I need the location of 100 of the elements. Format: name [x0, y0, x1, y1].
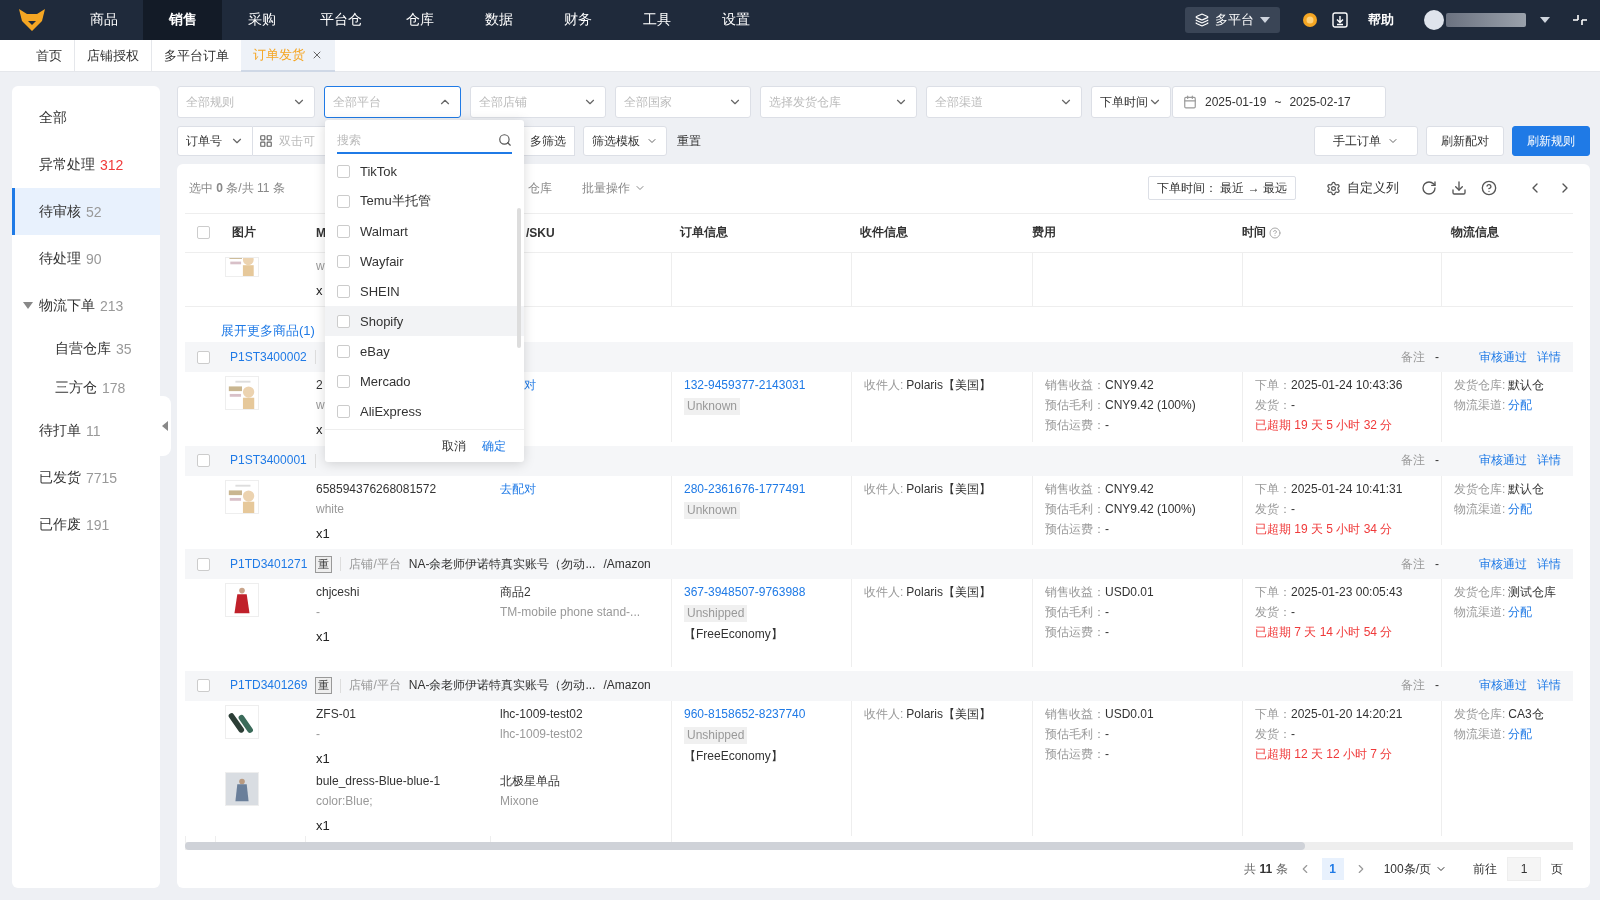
nav-item[interactable]: 工具 [617, 0, 696, 40]
sort-chip[interactable]: 下单时间： 最近 → 最远 [1148, 176, 1296, 201]
checkbox[interactable] [337, 314, 350, 328]
reset-button[interactable]: 重置 [677, 132, 701, 150]
custom-columns-button[interactable]: 自定义列 [1326, 179, 1399, 198]
order-number-link[interactable]: 280-2361676-1777491 [684, 481, 806, 497]
platform-option[interactable]: eBay [325, 336, 524, 366]
checkbox[interactable] [197, 557, 210, 571]
sidebar-item[interactable]: 已作废 191 [12, 501, 160, 548]
platform-menu[interactable]: 多平台 [1185, 7, 1280, 33]
goto-page-field[interactable]: 1 [1507, 857, 1541, 882]
checkbox[interactable] [197, 454, 210, 468]
search-icon [498, 133, 512, 147]
refresh-icon[interactable] [1421, 180, 1437, 197]
platform-option[interactable]: SHEIN [325, 276, 524, 306]
order-number-link[interactable]: 960-8158652-8237740 [684, 706, 806, 722]
match-link[interactable]: 对 [524, 378, 536, 394]
nav-item[interactable]: 设置 [696, 0, 775, 40]
order-number-link[interactable]: 367-3948507-9763988 [684, 585, 806, 601]
checkbox[interactable] [337, 194, 350, 208]
page-number[interactable]: 1 [1321, 858, 1344, 881]
page-tab[interactable]: 首页 [24, 39, 74, 72]
page-size-select[interactable]: 100条/页 [1377, 857, 1453, 882]
action-link[interactable]: 详情 [1537, 349, 1561, 365]
order-id-link[interactable]: P1TD3401271 [230, 556, 308, 572]
sidebar-subitem[interactable]: 自营仓库 35 [12, 329, 160, 368]
expand-triangle-icon[interactable] [23, 302, 33, 310]
batch-actions-menu[interactable]: 批量操作 [581, 179, 646, 197]
platform-option[interactable]: Shopify [325, 306, 524, 336]
notification-icon[interactable] [1302, 12, 1318, 28]
scrollbar[interactable] [517, 208, 521, 348]
nav-item[interactable]: 财务 [538, 0, 617, 40]
search-type-select[interactable]: 订单号 [177, 126, 253, 156]
order-id-link[interactable]: P1ST3400001 [230, 453, 307, 469]
checkbox[interactable] [197, 226, 210, 240]
sidebar-item[interactable]: 待打单 11 [12, 407, 160, 454]
assign-link[interactable]: 分配 [1508, 398, 1533, 414]
assign-link[interactable]: 分配 [1508, 501, 1533, 517]
page-tab[interactable]: 店铺授权 [74, 39, 151, 72]
checkbox[interactable] [197, 350, 210, 364]
checkbox[interactable] [337, 164, 350, 178]
help-link[interactable]: 帮助 [1368, 11, 1394, 29]
date-range-field[interactable]: 2025-01-19 ~ 2025-02-17 [1172, 86, 1386, 118]
assign-link[interactable]: 分配 [1508, 726, 1533, 742]
sidebar-item[interactable]: 全部 [12, 94, 160, 141]
action-link[interactable]: 详情 [1537, 453, 1561, 469]
time-field-select[interactable]: 下单时间 [1091, 86, 1171, 118]
action-link[interactable]: 审核通过 [1479, 453, 1527, 469]
checkbox[interactable] [337, 344, 350, 358]
action-link[interactable]: 详情 [1537, 556, 1561, 572]
refresh-rules-button[interactable]: 刷新规则 [1512, 126, 1590, 156]
nav-item[interactable]: 仓库 [380, 0, 459, 40]
filter-template-select[interactable]: 筛选模板 [583, 126, 667, 156]
manual-order-button[interactable]: 手工订单 [1314, 126, 1418, 156]
platform-option[interactable]: Mercado [325, 366, 524, 396]
download-icon[interactable] [1451, 180, 1467, 197]
platform-option[interactable]: Wayfair [325, 246, 524, 276]
checkbox[interactable] [337, 224, 350, 238]
nav-item[interactable]: 采购 [222, 0, 301, 40]
download-icon[interactable] [1332, 12, 1348, 28]
refresh-match-button[interactable]: 刷新配对 [1426, 126, 1504, 156]
expand-more-link[interactable]: 展开更多商品(1) [221, 323, 315, 339]
sidebar-item[interactable]: 待审核 52 [12, 188, 160, 235]
platform-option[interactable]: AliExpress [325, 396, 524, 426]
confirm-button[interactable]: 确定 [482, 437, 506, 455]
sidebar-item[interactable]: 已发货 7715 [12, 454, 160, 501]
checkbox[interactable] [337, 404, 350, 418]
checkbox[interactable] [337, 374, 350, 388]
match-link[interactable]: 去配对 [500, 481, 536, 497]
platform-option[interactable]: TikTok [325, 156, 524, 186]
sidebar-item[interactable]: 待处理 90 [12, 235, 160, 282]
checkbox[interactable] [337, 254, 350, 268]
sidebar-subitem[interactable]: 三方仓 178 [12, 368, 160, 407]
avatar[interactable] [1424, 10, 1444, 30]
action-link[interactable]: 审核通过 [1479, 678, 1527, 694]
checkbox[interactable] [337, 284, 350, 298]
cancel-button[interactable]: 取消 [442, 437, 466, 455]
action-link[interactable]: 详情 [1537, 678, 1561, 694]
sku-title: lhc-1009-test02 [500, 706, 583, 722]
platform-option[interactable]: Temu半托管 [325, 186, 524, 216]
help-icon[interactable] [1481, 180, 1497, 197]
collapse-icon[interactable] [1572, 12, 1588, 28]
order-number-link[interactable]: 132-9459377-2143031 [684, 378, 806, 394]
order-id-link[interactable]: P1TD3401269 [230, 678, 308, 694]
collapse-handle[interactable] [159, 396, 171, 456]
platform-option[interactable]: Walmart [325, 216, 524, 246]
action-link[interactable]: 审核通过 [1479, 349, 1527, 365]
sidebar-item[interactable]: 异常处理 312 [12, 141, 160, 188]
nav-item[interactable]: 商品 [64, 0, 143, 40]
checkbox[interactable] [197, 679, 210, 693]
horizontal-scrollbar[interactable] [185, 842, 1305, 851]
nav-item[interactable]: 销售 [143, 0, 222, 40]
order-id-link[interactable]: P1ST3400002 [230, 349, 307, 365]
nav-item[interactable]: 平台仓 [301, 0, 380, 40]
assign-link[interactable]: 分配 [1508, 605, 1533, 621]
quantity: x1 [316, 750, 330, 767]
logistics-label: 发货仓库: [1454, 585, 1506, 601]
sidebar-item[interactable]: 物流下单 213 [12, 282, 160, 329]
action-link[interactable]: 审核通过 [1479, 556, 1527, 572]
nav-item[interactable]: 数据 [459, 0, 538, 40]
